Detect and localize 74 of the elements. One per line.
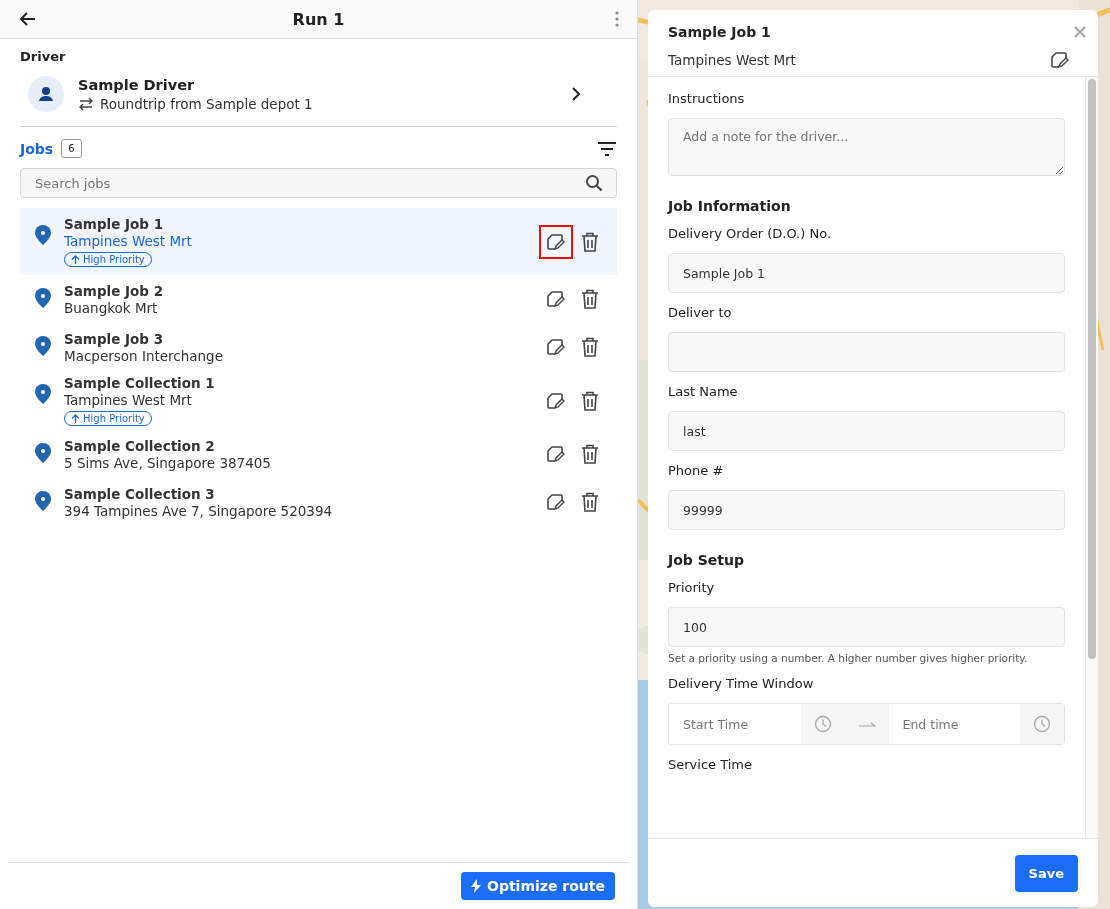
trash-icon[interactable] <box>581 444 599 464</box>
job-item[interactable]: Sample Job 2 Buangkok Mrt <box>20 275 617 323</box>
swap-icon <box>78 96 94 111</box>
job-address: Buangkok Mrt <box>64 299 158 316</box>
job-title: Sample Collection 1 <box>64 375 215 391</box>
job-title: Sample Job 1 <box>668 24 771 40</box>
job-address: Tampines West Mrt <box>668 52 796 68</box>
search-field[interactable]: Search jobs <box>20 168 617 198</box>
time-range-field[interactable]: Start Time End time <box>668 703 1065 745</box>
trash-icon[interactable] <box>581 289 599 309</box>
trash-icon[interactable] <box>581 231 599 252</box>
edit-icon[interactable] <box>1050 50 1070 70</box>
edit-icon[interactable] <box>546 289 566 309</box>
field-label: Phone # <box>668 463 724 478</box>
field-label: Instructions <box>668 91 745 106</box>
lightning-icon <box>471 879 481 893</box>
field-label: Delivery Order (D.O.) No. <box>668 226 831 241</box>
trash-icon[interactable] <box>581 337 599 357</box>
chevron-right-icon[interactable] <box>571 87 581 101</box>
job-address: Tampines West Mrt <box>64 392 192 408</box>
job-address: 394 Tampines Ave 7, Singapore 520394 <box>64 502 333 519</box>
field-label: Last Name <box>668 384 738 399</box>
edit-icon[interactable] <box>546 492 566 512</box>
filter-icon[interactable] <box>597 141 617 156</box>
page-title: Run 1 <box>292 9 345 29</box>
scrollbar[interactable] <box>1088 79 1096 659</box>
job-title: Sample Collection 2 <box>64 437 215 454</box>
location-pin-icon <box>34 335 52 357</box>
job-item[interactable]: Sample Collection 1 Tampines West Mrt High Priority <box>20 371 617 430</box>
jobs-tab[interactable]: Jobs <box>20 140 54 157</box>
location-pin-icon <box>34 442 52 464</box>
edit-icon[interactable] <box>546 231 566 252</box>
trash-icon[interactable] <box>581 390 599 411</box>
jobs-count: 6 <box>61 139 82 158</box>
help-text: Set a priority using a number. A higher number gives higher priority. <box>668 652 1028 664</box>
job-address: Tampines West Mrt <box>64 233 192 249</box>
section-heading: Job Information <box>668 198 791 214</box>
job-item[interactable]: Sample Collection 3 394 Tampines Ave 7, Singapore 520394 <box>20 478 617 526</box>
location-pin-icon <box>34 224 52 246</box>
job-item[interactable]: Sample Job 1 Tampines West Mrt High Priority <box>20 208 617 275</box>
input-field[interactable]: 100 <box>668 607 1065 647</box>
field-label: Delivery Time Window <box>668 676 814 691</box>
save-button[interactable]: Save <box>1014 854 1078 892</box>
input-field[interactable] <box>668 332 1065 372</box>
driver-heading: Driver <box>20 49 66 64</box>
field-label: Deliver to <box>668 305 732 320</box>
location-pin-icon <box>34 287 52 309</box>
edit-icon[interactable] <box>546 337 566 357</box>
field-label: Priority <box>668 580 715 595</box>
instructions-field[interactable]: Add a note for the driver... <box>668 118 1065 176</box>
job-title: Sample Job 3 <box>64 330 164 347</box>
location-pin-icon <box>34 383 52 405</box>
job-address: Macperson Interchange <box>64 347 223 364</box>
job-address: 5 Sims Ave, Singapore 387405 <box>64 454 271 471</box>
optimize-route-button[interactable]: Optimize route <box>461 872 615 900</box>
edit-icon[interactable] <box>546 444 566 464</box>
search-icon[interactable] <box>585 174 603 192</box>
input-field[interactable]: last <box>668 411 1065 451</box>
more-icon[interactable] <box>615 11 619 27</box>
job-title: Sample Collection 3 <box>64 485 215 502</box>
route-text: Roundtrip from Sample depot 1 <box>100 95 313 112</box>
location-pin-icon <box>34 490 52 512</box>
job-item[interactable]: Sample Job 3 Macperson Interchange <box>20 323 617 371</box>
driver-name: Sample Driver <box>78 76 195 93</box>
job-title: Sample Job 2 <box>64 282 164 299</box>
input-field[interactable]: Sample Job 1 <box>668 253 1065 293</box>
section-heading: Job Setup <box>668 552 744 568</box>
input-field[interactable]: 99999 <box>668 490 1065 530</box>
edit-icon[interactable] <box>546 390 566 411</box>
avatar-icon <box>28 76 64 112</box>
job-item[interactable]: Sample Collection 2 5 Sims Ave, Singapore 387405 <box>20 430 617 478</box>
trash-icon[interactable] <box>581 492 599 512</box>
field-label: Service Time <box>668 757 752 772</box>
job-title: Sample Job 1 <box>64 216 164 232</box>
